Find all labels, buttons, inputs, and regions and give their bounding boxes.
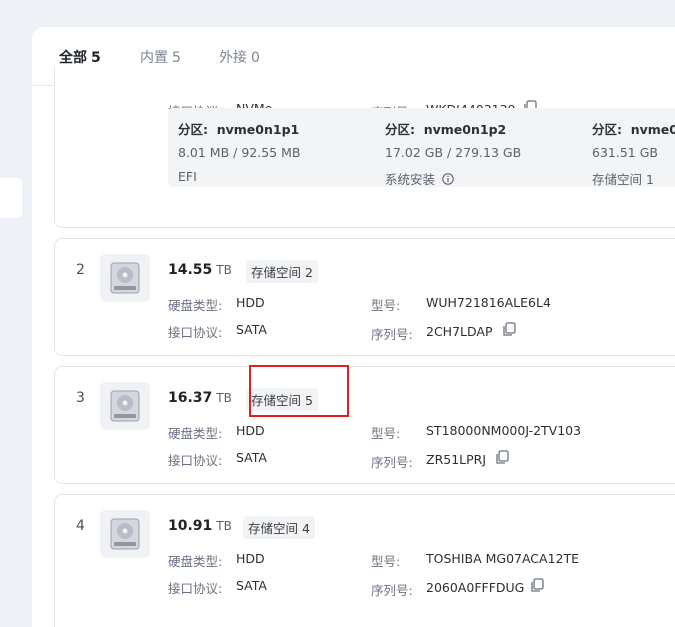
model-label: 型号: [371, 298, 401, 313]
disk-capacity: 16.37 TB [168, 390, 232, 406]
tab-all-label: 全部 [59, 50, 87, 66]
protocol-value: SATA [236, 322, 267, 337]
serial-label: 序列号: [371, 455, 413, 470]
disk-index: 2 [76, 262, 85, 278]
partition-usage: 存储空间 1 [592, 172, 654, 187]
serial-label: 序列号: [371, 583, 413, 598]
partition-size: 631.51 GB [592, 145, 658, 160]
copy-icon[interactable] [502, 322, 516, 341]
storage-pool-badge[interactable]: 存储空间 4 [243, 516, 315, 539]
serial-value: 2CH7LDAP [426, 324, 493, 339]
serial-value: 2060A0FFFDUG [426, 580, 525, 595]
model-label: 型号: [371, 426, 401, 441]
tab-internal-count: 5 [172, 50, 181, 66]
tab-internal-label: 内置 [140, 50, 168, 66]
info-icon[interactable] [442, 173, 454, 185]
partition-size: 17.02 GB / 279.13 GB [385, 145, 522, 160]
copy-icon[interactable] [530, 578, 544, 597]
disk-capacity: 14.55 TB [168, 262, 232, 278]
disk-panel: 全部5 内置5 外接0 接口协议: NVMe 序列号: WKDJ4403139 … [32, 27, 675, 627]
protocol-value: SATA [236, 450, 267, 465]
serial-value: ZR51LPRJ [426, 452, 487, 467]
protocol-label: 接口协议: [168, 453, 223, 468]
highlight-box [249, 365, 349, 417]
partition-list: 分区: nvme0n1p1 8.01 MB / 92.55 MB EFI 分区:… [168, 108, 675, 187]
disk-type-value: HDD [236, 423, 265, 438]
partition-name: 分区: nvme0n1p2 [385, 122, 507, 137]
storage-pool-badge[interactable]: 存储空间 2 [246, 260, 318, 283]
disk-type-label: 硬盘类型: [168, 554, 223, 569]
disk-type-label: 硬盘类型: [168, 298, 223, 313]
disk-card-3[interactable]: 3 16.37 TB 存储空间 5 硬盘类型: HDD 型号: ST18000NM… [54, 366, 675, 484]
hard-disk-icon [100, 510, 150, 558]
tab-internal[interactable]: 内置 5 [140, 47, 181, 67]
disk-card-2[interactable]: 2 14.55 TB 存储空间 2 硬盘类型: HDD 型号: WUH721816… [54, 238, 675, 356]
sidebar-stub [0, 178, 22, 218]
serial-label: 序列号: [371, 327, 413, 342]
tab-external[interactable]: 外接 0 [219, 47, 260, 67]
disk-type-value: HDD [236, 551, 265, 566]
protocol-value: SATA [236, 578, 267, 593]
disk-card-1[interactable]: 接口协议: NVMe 序列号: WKDJ4403139 分区: nvme0n1p… [54, 67, 675, 228]
tab-external-count: 0 [251, 50, 260, 66]
model-value: ST18000NM000J-2TV103 [426, 423, 582, 438]
disk-index: 4 [76, 518, 85, 534]
tab-external-label: 外接 [219, 50, 247, 66]
model-value: TOSHIBA MG07ACA12TE [426, 551, 580, 566]
partition-usage: 系统安装 [385, 169, 454, 188]
hard-disk-icon [100, 382, 150, 430]
model-label: 型号: [371, 554, 401, 569]
partition-size: 8.01 MB / 92.55 MB [178, 145, 301, 160]
tab-all[interactable]: 全部 5 [59, 47, 101, 67]
copy-icon[interactable] [495, 450, 509, 469]
disk-type-value: HDD [236, 295, 265, 310]
tab-all-count: 5 [91, 50, 101, 66]
partition-usage: EFI [178, 169, 197, 184]
protocol-label: 接口协议: [168, 325, 223, 340]
disk-card-4[interactable]: 4 10.91 TB 存储空间 4 硬盘类型: HDD 型号: TOSHIBA M… [54, 494, 675, 627]
partition-name: 分区: nvme0 [592, 122, 675, 137]
disk-type-label: 硬盘类型: [168, 426, 223, 441]
partition-name: 分区: nvme0n1p1 [178, 122, 300, 137]
hard-disk-icon [100, 254, 150, 302]
protocol-label: 接口协议: [168, 581, 223, 596]
disk-index: 3 [76, 390, 85, 406]
model-value: WUH721816ALE6L4 [426, 295, 551, 310]
disk-capacity: 10.91 TB [168, 518, 232, 534]
